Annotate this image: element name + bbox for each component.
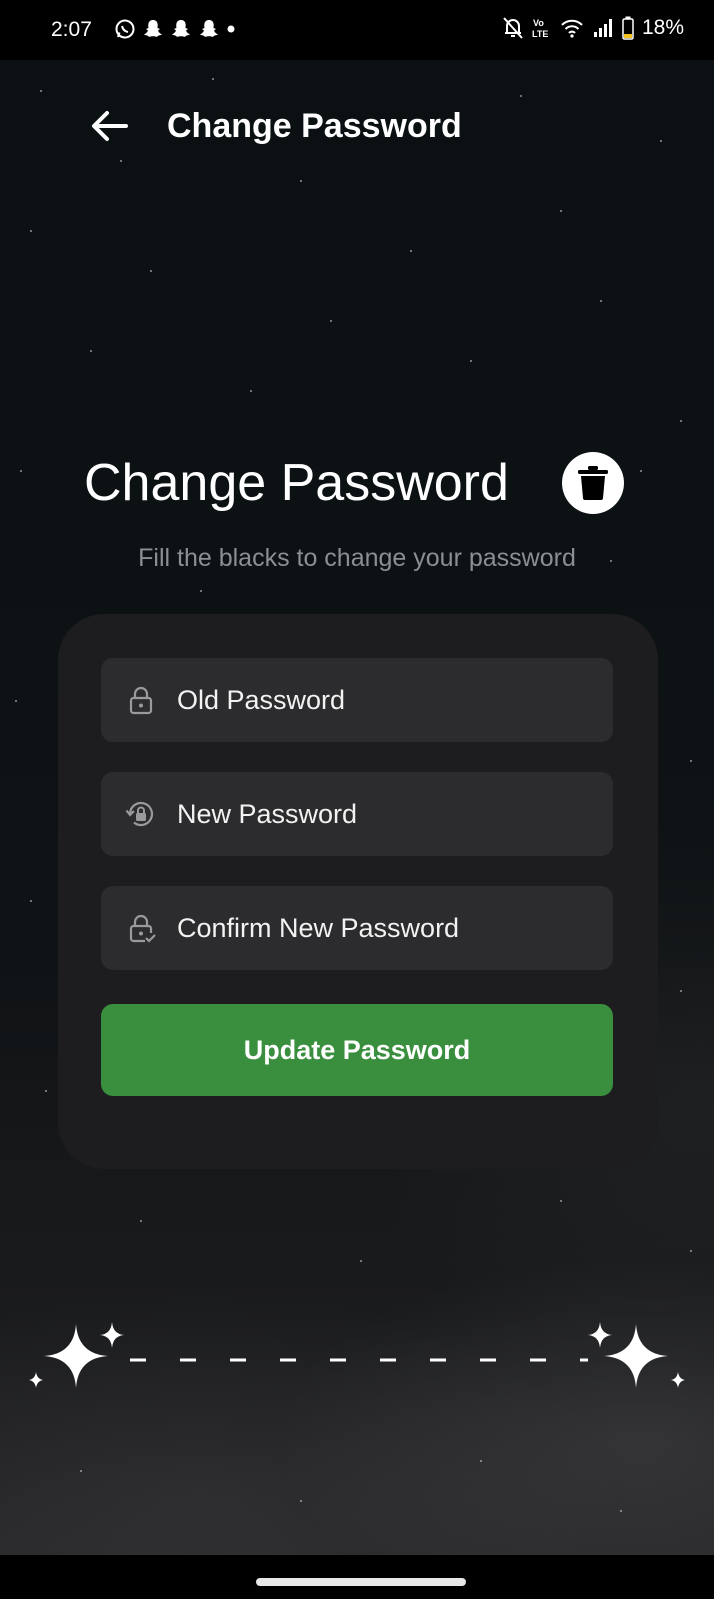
svg-text:Vo: Vo — [533, 18, 544, 28]
system-status-icons: Vo LTE 18% — [502, 16, 684, 40]
delete-button[interactable] — [562, 452, 624, 514]
mute-bell-icon — [503, 17, 523, 39]
notification-icons — [114, 18, 236, 40]
snapchat-icon — [170, 18, 192, 40]
sparkle-icon — [588, 1322, 612, 1348]
snapchat-icon — [198, 18, 220, 40]
battery-icon — [622, 16, 634, 40]
svg-text:LTE: LTE — [532, 29, 548, 39]
snapchat-icon — [142, 18, 164, 40]
password-form-card: Old Password New Password Confirm New Pa… — [58, 614, 658, 1169]
confirm-password-field[interactable]: Confirm New Password — [101, 886, 613, 970]
back-arrow-icon[interactable] — [88, 104, 132, 148]
app-bar-title: Change Password — [167, 107, 462, 145]
signal-icon — [593, 19, 612, 37]
update-password-button[interactable]: Update Password — [101, 1004, 613, 1096]
volte-icon: VoLTE — [532, 18, 548, 39]
status-bar: 2:07 Vo LTE 18% — [0, 0, 714, 60]
sparkle-icon — [44, 1324, 108, 1388]
trash-icon — [578, 466, 608, 500]
change-password-screen: 2:07 Vo LTE 18% Change Password Change P… — [0, 0, 714, 1599]
battery-percentage: 18% — [641, 16, 684, 39]
home-indicator[interactable] — [256, 1578, 466, 1586]
page-subtitle: Fill the blacks to change your password — [138, 544, 576, 572]
page-title: Change Password — [84, 454, 509, 512]
sparkle-icon — [604, 1324, 668, 1388]
wifi-icon — [561, 19, 583, 38]
sparkle-icon — [671, 1372, 685, 1388]
sparkle-icon — [100, 1322, 124, 1348]
sparkle-icon — [29, 1372, 43, 1388]
sparkle-divider-decoration — [29, 1322, 685, 1388]
status-time: 2:07 — [51, 18, 92, 41]
navigation-bar — [0, 1555, 714, 1599]
whatsapp-icon — [114, 18, 136, 40]
new-password-field[interactable]: New Password — [101, 772, 613, 856]
dot-icon — [226, 18, 236, 40]
old-password-field[interactable]: Old Password — [101, 658, 613, 742]
